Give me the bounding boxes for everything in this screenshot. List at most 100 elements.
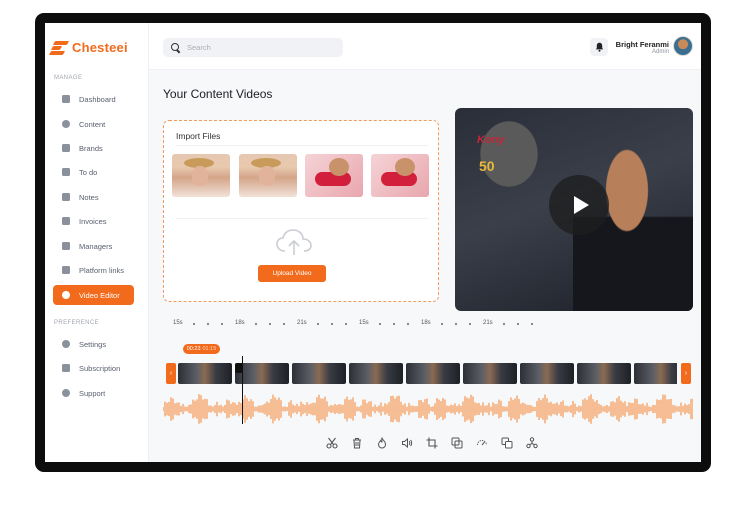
sidebar-item-managers[interactable]: Managers	[53, 236, 134, 256]
ruler-dot	[407, 323, 409, 325]
sidebar-item-support[interactable]: Support	[53, 383, 134, 403]
file-thumbnail[interactable]	[371, 154, 429, 197]
scissors-icon	[326, 437, 338, 449]
search-bar[interactable]	[163, 38, 343, 57]
ruler-dot	[393, 323, 395, 325]
managers-icon	[62, 242, 70, 250]
app-name: Chesteei	[72, 40, 128, 55]
volume-icon	[402, 437, 413, 449]
trophy-image: Kony 50	[459, 116, 559, 211]
speed-icon	[477, 440, 487, 446]
ruler-tick-label: 15s	[359, 320, 369, 326]
import-files-dropzone[interactable]: Import Files Upload Video	[163, 120, 439, 302]
app-screen: Chesteei MANAGE Dashboard Content Brands…	[45, 23, 701, 462]
upload-video-button[interactable]: Upload Video	[258, 265, 326, 282]
ruler-dot	[379, 323, 381, 325]
sidebar-item-settings[interactable]: Settings	[53, 334, 134, 354]
ruler-dot	[207, 323, 209, 325]
trash-icon	[353, 438, 361, 449]
timeline-frame[interactable]	[520, 363, 574, 384]
sidebar-item-dashboard[interactable]: Dashboard	[53, 89, 134, 109]
divider	[176, 145, 428, 146]
sidebar: Chesteei MANAGE Dashboard Content Brands…	[45, 23, 149, 462]
video-frame-strip[interactable]	[178, 363, 677, 384]
ruler-tick-label: 15s	[173, 320, 183, 326]
timeline-frame[interactable]	[406, 363, 460, 384]
fire-icon	[377, 437, 387, 449]
file-thumbnail[interactable]	[172, 154, 230, 197]
video-editor-icon	[62, 291, 70, 299]
speed-button[interactable]	[474, 435, 490, 451]
search-icon	[171, 43, 180, 52]
share-button[interactable]	[524, 435, 540, 451]
divider	[176, 218, 428, 219]
user-avatar[interactable]	[673, 36, 693, 56]
ruler-dot	[269, 323, 271, 325]
timeline-frame[interactable]	[463, 363, 517, 384]
playhead-handle[interactable]	[235, 363, 243, 373]
file-thumbnail[interactable]	[305, 154, 363, 197]
ruler-dot	[345, 323, 347, 325]
top-header: Bright Feranmi Admin	[149, 23, 701, 70]
cut-button[interactable]	[324, 435, 340, 451]
import-files-title: Import Files	[176, 131, 221, 141]
chevron-right-icon: ›	[684, 370, 688, 377]
ruler-dot	[331, 323, 333, 325]
trophy-number-text: 50	[479, 158, 495, 174]
sidebar-item-label: Notes	[79, 192, 99, 202]
sidebar-item-label: Dashboard	[79, 94, 116, 104]
sidebar-item-todo[interactable]: To do	[53, 162, 134, 182]
ruler-dot	[517, 323, 519, 325]
sidebar-item-notes[interactable]: Notes	[53, 187, 134, 207]
timeline-frame[interactable]	[634, 363, 677, 384]
timeline-prev-button[interactable]: ‹	[166, 363, 176, 384]
notes-icon	[62, 193, 70, 201]
timeline-next-button[interactable]: ›	[681, 363, 691, 384]
brands-icon	[62, 144, 70, 152]
layers-button[interactable]	[499, 435, 515, 451]
timeline-frame[interactable]	[178, 363, 232, 384]
preference-section-label: PREFERENCE	[54, 320, 100, 326]
ruler-dot	[531, 323, 533, 325]
sidebar-item-video-editor[interactable]: Video Editor	[53, 285, 134, 305]
support-icon	[62, 389, 70, 397]
todo-icon	[62, 168, 70, 176]
app-logo[interactable]: Chesteei	[48, 40, 128, 55]
total-time: 01:15	[202, 346, 217, 352]
share-icon	[526, 437, 538, 449]
ruler-tick-label: 21s	[297, 320, 307, 326]
sidebar-item-subscription[interactable]: Subscription	[53, 358, 134, 378]
sidebar-item-label: Settings	[79, 339, 107, 349]
user-role: Admin	[651, 49, 669, 55]
ruler-dot	[455, 323, 457, 325]
settings-icon	[62, 340, 70, 348]
video-preview[interactable]: Kony 50	[455, 108, 693, 311]
sidebar-item-platform-links[interactable]: Platform links	[53, 260, 134, 280]
volume-button[interactable]	[399, 435, 415, 451]
content-icon	[62, 120, 70, 128]
chevron-left-icon: ‹	[169, 370, 173, 377]
ruler-dot	[503, 323, 505, 325]
sidebar-item-brands[interactable]: Brands	[53, 138, 134, 158]
crop-button[interactable]	[424, 435, 440, 451]
delete-button[interactable]	[349, 435, 365, 451]
timeline-frame[interactable]	[292, 363, 346, 384]
sidebar-item-content[interactable]: Content	[53, 114, 134, 134]
file-thumbnail[interactable]	[239, 154, 297, 197]
sidebar-item-invoices[interactable]: Invoices	[53, 211, 134, 231]
timeline-frame[interactable]	[349, 363, 403, 384]
sidebar-item-label: Managers	[79, 241, 113, 251]
editor-toolbar	[324, 435, 540, 451]
manage-section-label: MANAGE	[54, 75, 83, 81]
trophy-logo-text: Kony	[477, 134, 505, 146]
notification-button[interactable]	[590, 38, 608, 56]
play-button[interactable]	[549, 175, 609, 235]
timeline-frame[interactable]	[577, 363, 631, 384]
ruler-dot	[317, 323, 319, 325]
bell-icon	[595, 42, 603, 52]
effects-button[interactable]	[374, 435, 390, 451]
sidebar-item-label: Content	[79, 119, 106, 129]
duplicate-button[interactable]	[449, 435, 465, 451]
sidebar-item-label: Brands	[79, 143, 103, 153]
search-input[interactable]	[187, 43, 337, 52]
